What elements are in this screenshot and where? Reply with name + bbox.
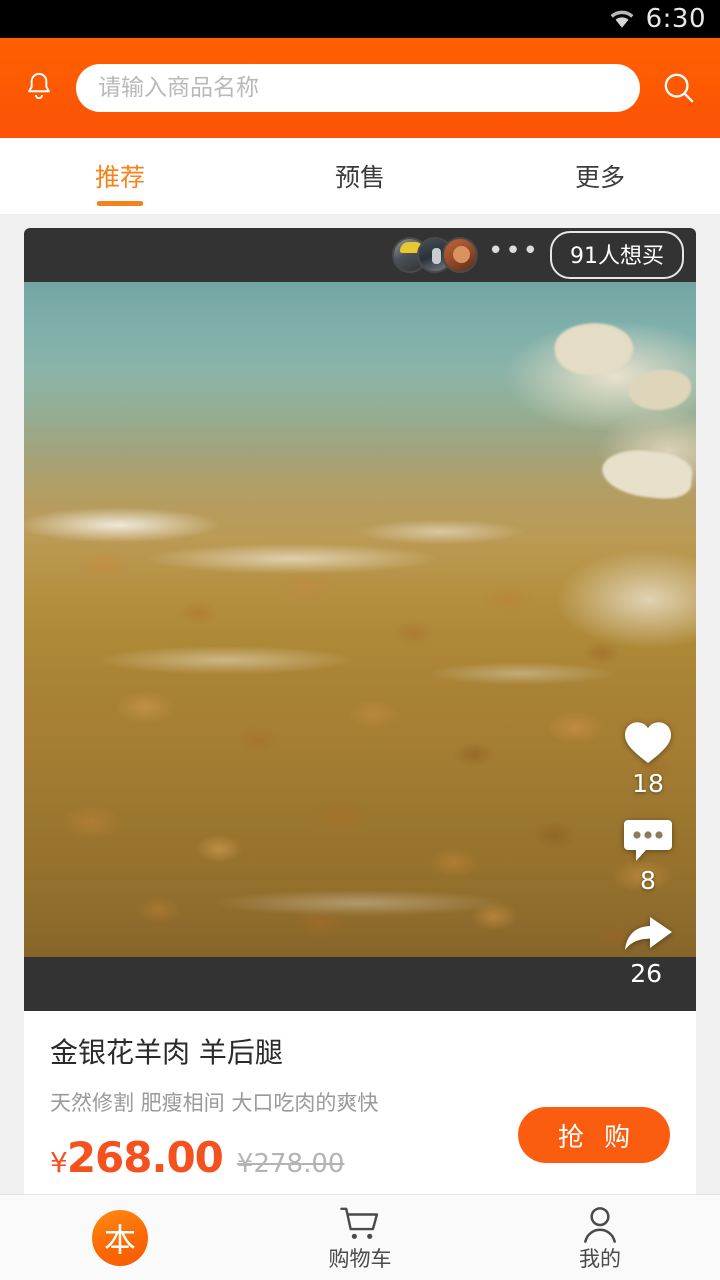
avatar-group[interactable]: [391, 237, 478, 273]
nav-label: 我的: [579, 1247, 621, 1271]
like-action[interactable]: 18: [622, 719, 674, 798]
avatar[interactable]: [441, 237, 478, 273]
search-input[interactable]: [98, 75, 618, 101]
bell-icon: [28, 72, 50, 100]
nav-item-cart[interactable]: 购物车: [240, 1195, 480, 1280]
video-footer-strip: 26: [24, 957, 696, 1011]
bottom-navigation: 本 购物车 我的: [0, 1194, 720, 1280]
share-count: 26: [630, 959, 662, 988]
tab-label: 预售: [334, 163, 385, 192]
tab-more[interactable]: 更多: [480, 138, 720, 214]
person-icon: [584, 1207, 616, 1243]
card-header: ••• 91人想买: [24, 228, 696, 282]
category-tabs: 推荐 预售 更多: [0, 138, 720, 214]
product-video[interactable]: 18 8: [24, 282, 696, 957]
comment-count: 8: [640, 866, 656, 895]
search-icon: [664, 73, 694, 103]
price-value: 268.00: [66, 1133, 224, 1182]
video-action-rail: 18 8: [622, 719, 674, 957]
product-title: 金银花羊肉 羊后腿: [50, 1036, 283, 1069]
current-price: ¥268.00: [50, 1133, 224, 1182]
search-header: [0, 38, 720, 138]
product-info: 金银花羊肉 羊后腿 天然修割 肥瘦相间 大口吃肉的爽快 ¥268.00 ¥278…: [24, 1011, 696, 1206]
like-count: 18: [632, 769, 664, 798]
tab-presale[interactable]: 预售: [240, 138, 480, 214]
tab-recommend[interactable]: 推荐: [0, 138, 240, 214]
original-price: ¥278.00: [236, 1149, 345, 1179]
status-bar: 6:30: [0, 0, 720, 38]
buy-now-button[interactable]: 抢 购: [518, 1107, 670, 1163]
heart-icon: [624, 722, 672, 763]
wifi-icon: [610, 10, 634, 28]
product-card[interactable]: ••• 91人想买 18 8 26 金银花羊肉 羊后腿 天然修割 肥瘦相间 大口…: [24, 228, 696, 1206]
comment-action[interactable]: 8: [622, 816, 674, 895]
video-foam-layer: [24, 282, 696, 957]
tab-label: 更多: [574, 163, 625, 192]
status-time: 6:30: [645, 4, 706, 34]
search-button[interactable]: [654, 63, 704, 113]
want-to-buy-badge[interactable]: 91人想买: [550, 231, 684, 279]
search-box[interactable]: [76, 64, 640, 112]
cart-icon: [340, 1207, 379, 1239]
nav-item-profile[interactable]: 我的: [480, 1195, 720, 1280]
comment-icon: [624, 820, 672, 861]
currency-symbol: ¥: [50, 1146, 68, 1179]
nav-label: 购物车: [328, 1247, 392, 1271]
share-icon: [625, 917, 672, 950]
notification-bell-button[interactable]: [16, 65, 62, 111]
tab-label: 推荐: [94, 163, 145, 192]
feed: ••• 91人想买 18 8 26 金银花羊肉 羊后腿 天然修割 肥瘦相间 大口…: [0, 214, 720, 1206]
app-screen: 6:30 推荐 预售 更多: [0, 0, 720, 1280]
more-dots-icon[interactable]: •••: [488, 238, 540, 266]
share-action[interactable]: [622, 913, 674, 957]
nav-item-home[interactable]: 本: [0, 1195, 240, 1280]
home-logo-icon: 本: [92, 1209, 148, 1266]
